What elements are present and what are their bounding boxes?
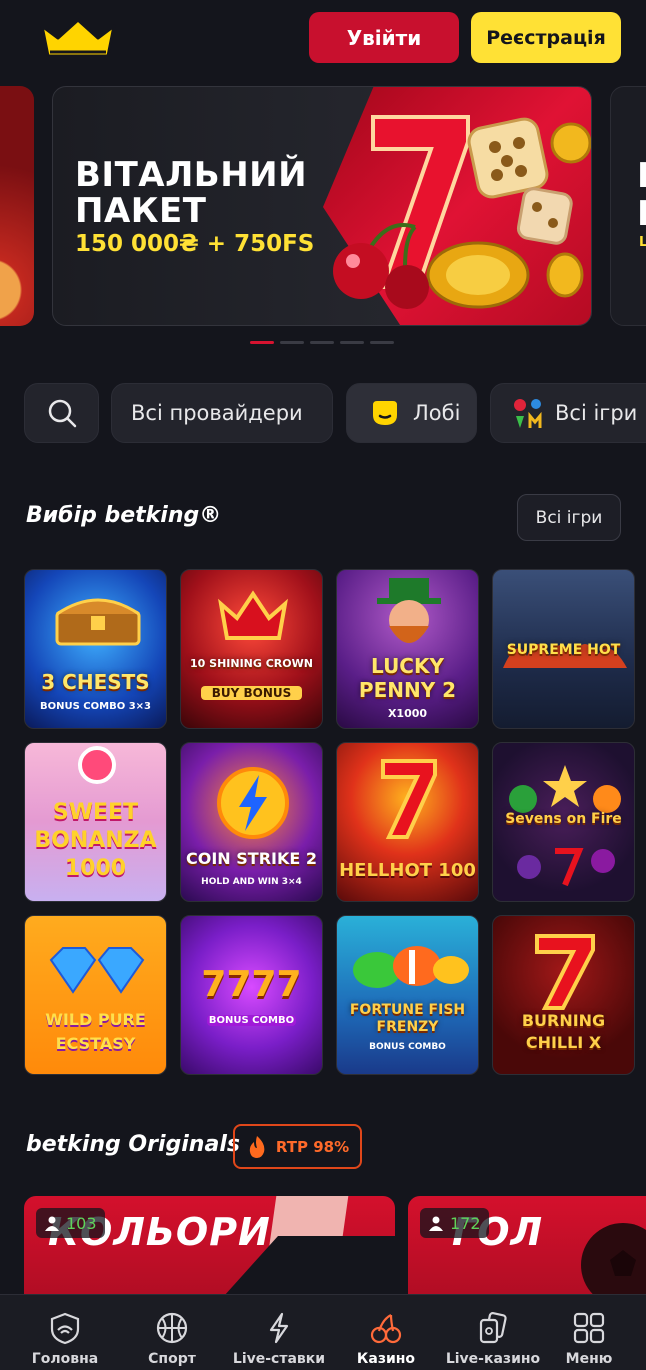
carousel-pagination [250,341,394,344]
cards-icon [479,1312,507,1344]
game-tile-supreme-hot[interactable]: SUPREME HOT [492,569,635,729]
search-button[interactable] [24,383,99,443]
game-tile-wild-pure-ecstasy[interactable]: WILD PURE ECSTASY [24,915,167,1075]
nav-item-menu[interactable]: Меню [536,1295,642,1370]
coin-art-icon [426,241,530,309]
leprechaun-icon [377,578,441,643]
carousel-dot[interactable] [250,341,274,344]
carousel-dot[interactable] [370,341,394,344]
all-games-filter[interactable]: Всі ігри [490,383,646,443]
carousel-dot[interactable] [340,341,364,344]
cherries-icon [370,1314,402,1344]
all-games-button[interactable]: Всі ігри [517,494,621,541]
lobby-smile-icon [373,401,397,425]
original-game-card[interactable]: КОЛЬОРИ 103 [24,1196,395,1296]
game-tile-hellhot-100[interactable]: HELLHOT 100 [336,742,479,902]
game-tile-sevens-on-fire[interactable]: Sevens on Fire [492,742,635,902]
original-game-card[interactable]: ГОЛ 172 [408,1196,646,1296]
search-icon [48,399,76,428]
rtp-badge: RTP 98% [233,1124,362,1169]
game-tile-7777[interactable]: 7777 BONUS COMBO [180,915,323,1075]
banner-prev-slide[interactable] [0,86,34,326]
lobby-filter[interactable]: Лобі [346,383,477,443]
nav-item-sport[interactable]: Спорт [119,1295,225,1370]
lightning-coin-icon [217,767,289,839]
games-mix-icon [514,399,542,428]
seven-icon [381,759,437,839]
game-tile-sweet-bonanza-1000[interactable]: SWEET BONANZA 1000 [24,742,167,902]
game-tile-lucky-penny-2[interactable]: LUCKY PENNY 2 X1000 [336,569,479,729]
banner-title: ВІТАЛЬНИЙ ПАКЕТ [75,155,308,231]
carousel-dot[interactable] [310,341,334,344]
cherries-art-icon [333,223,429,309]
nav-item-live-bets[interactable]: Live-ставки [226,1295,332,1370]
banner-subtitle: 150 000₴ + 750FS [75,231,315,257]
user-icon [45,1216,59,1231]
nav-item-live-casino[interactable]: Live-казино [440,1295,546,1370]
treasure-chest-icon [55,598,141,646]
carousel-dot[interactable] [280,341,304,344]
section-title-picks: Вибір betking® [26,503,222,528]
game-tile-coin-strike-2[interactable]: COIN STRIKE 2 HOLD AND WIN 3×4 [180,742,323,902]
header: Увійти Реєстрація [0,0,646,78]
register-button[interactable]: Реєстрація [471,12,621,63]
soccer-ball-icon [581,1223,646,1296]
grid-icon [573,1312,605,1344]
game-tile-fortune-fish-frenzy[interactable]: FORTUNE FISH FRENZY BONUS COMBO [336,915,479,1075]
user-icon [429,1216,443,1231]
bottom-navigation: Головна Спорт Live-ставки Казино Live-ка… [0,1294,646,1370]
online-players-badge: 103 [36,1208,105,1238]
banner-next-slide[interactable]: ВП L [610,86,646,326]
coin-art-icon [550,122,591,164]
crown-icon [218,590,288,640]
game-tile-3-chests[interactable]: 3 CHESTS BONUS COMBO 3×3 [24,569,167,729]
coin-art-icon [546,252,584,298]
lightning-icon [269,1312,289,1344]
crown-logo-icon[interactable] [38,16,118,60]
home-shield-icon [50,1312,80,1345]
seven-icon [535,934,595,1010]
login-button[interactable]: Увійти [309,12,459,63]
section-title-originals: betking Originals [26,1132,240,1157]
online-players-badge: 172 [420,1208,489,1238]
nav-item-home[interactable]: Головна [12,1295,118,1370]
fish-icon [353,946,469,988]
lollipop-icon [78,746,116,784]
providers-filter[interactable]: Всі провайдери [111,383,333,443]
nav-item-casino[interactable]: Казино [333,1295,439,1370]
basketball-icon [156,1312,188,1344]
game-tile-burning-chilli-x[interactable]: BURNING CHILLI X [492,915,635,1075]
diamond-icon [49,947,145,994]
promo-banner[interactable]: ВІТАЛЬНИЙ ПАКЕТ 150 000₴ + 750FS [52,86,592,326]
fire-icon [249,1135,265,1158]
game-tile-shining-crown[interactable]: 10 SHINING CROWN BUY BONUS [180,569,323,729]
